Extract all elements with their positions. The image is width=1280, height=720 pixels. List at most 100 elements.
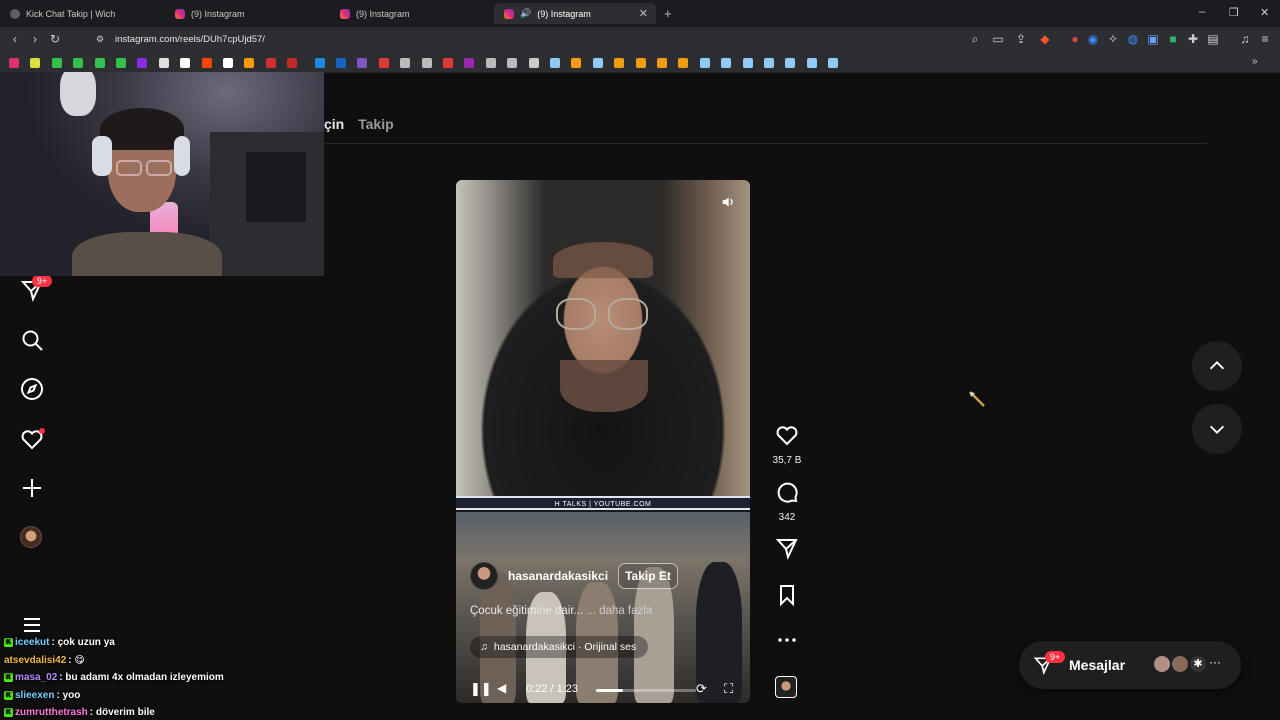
tab-instagram-active[interactable]: 🔊 (9) Instagram ✕ xyxy=(494,3,656,24)
extensions-puzzle-icon[interactable]: ✚ xyxy=(1186,32,1200,46)
reel-video[interactable]: H TALKS | YOUTUBE.COM hasanardakasikci T… xyxy=(456,180,750,703)
settings-icon[interactable]: ⟳ xyxy=(696,681,707,697)
bookmark-favicon-icon[interactable] xyxy=(528,58,539,68)
bookmark-favicon-icon[interactable] xyxy=(223,58,233,68)
tab-kick-chat[interactable]: Kick Chat Takip | Wich xyxy=(0,3,165,24)
bookmark-favicon-icon[interactable] xyxy=(9,58,19,68)
bookmark-favicon-icon[interactable] xyxy=(314,58,325,68)
sidebar-item-notifications[interactable] xyxy=(20,427,45,451)
menu-icon[interactable]: ≡ xyxy=(1258,32,1272,46)
bookmark-favicon-icon[interactable] xyxy=(550,58,560,68)
bookmark-favicon-icon[interactable] xyxy=(443,58,453,68)
bookmark-favicon-icon[interactable] xyxy=(94,58,105,68)
extension-icon[interactable]: ■ xyxy=(1166,32,1180,46)
new-tab-button[interactable]: + xyxy=(664,6,672,21)
brave-shield-icon[interactable]: ◆ xyxy=(1038,32,1052,46)
address-bar[interactable]: instagram.com/reels/DUh7cpUjd57/ xyxy=(115,34,265,45)
caption-more-link[interactable]: ... daha fazla xyxy=(586,605,652,617)
bookmark-favicon-icon[interactable] xyxy=(507,58,518,68)
bookmark-favicon-icon[interactable] xyxy=(51,58,62,68)
bookmark-favicon-icon[interactable] xyxy=(73,58,84,68)
author-avatar[interactable] xyxy=(470,562,498,590)
follow-button[interactable]: Takip Et xyxy=(618,563,678,589)
bookmark-favicon-icon[interactable] xyxy=(180,58,191,68)
extension-icon[interactable]: ● xyxy=(1068,32,1082,46)
mute-toggle-icon[interactable] xyxy=(720,194,736,210)
save-button[interactable] xyxy=(775,583,799,612)
site-info-icon[interactable]: ⚙ xyxy=(93,32,107,46)
minimize-button[interactable]: – xyxy=(1199,6,1205,18)
sidebar-item-profile[interactable] xyxy=(20,526,44,550)
volume-icon[interactable]: ◀ xyxy=(497,681,506,695)
bookmark-favicon-icon[interactable] xyxy=(592,58,603,68)
sidebar-item-messages[interactable]: 9+ xyxy=(20,275,53,302)
bookmark-favicon-icon[interactable] xyxy=(764,58,774,68)
fullscreen-icon[interactable]: ⛶ xyxy=(724,681,733,697)
bookmark-favicon-icon[interactable] xyxy=(635,58,646,68)
tab-for-you[interactable]: çin xyxy=(324,116,344,132)
bookmark-favicon-icon[interactable] xyxy=(785,58,796,68)
speaker-icon[interactable]: 🔊 xyxy=(520,8,531,19)
next-reel-button[interactable] xyxy=(1192,404,1242,454)
close-window-button[interactable]: ✕ xyxy=(1260,6,1269,19)
bookmark-favicon-icon[interactable] xyxy=(287,58,298,68)
bookmark-favicon-icon[interactable] xyxy=(244,58,255,68)
video-progress-bar[interactable] xyxy=(596,689,696,692)
forward-icon[interactable]: › xyxy=(28,32,42,46)
extension-icon[interactable]: ◍ xyxy=(1126,32,1140,46)
tab-instagram-2[interactable]: (9) Instagram xyxy=(330,3,494,24)
bookmark-favicon-icon[interactable] xyxy=(721,58,732,68)
reel-caption[interactable]: Çocuk eğitimine dair... ... daha fazla xyxy=(470,605,652,617)
tab-instagram-1[interactable]: (9) Instagram xyxy=(165,3,330,24)
bookmark-favicon-icon[interactable] xyxy=(699,58,710,68)
share-button[interactable] xyxy=(775,536,799,565)
extension-icon[interactable]: ◉ xyxy=(1086,32,1100,46)
bookmark-favicon-icon[interactable] xyxy=(614,58,625,68)
music-icon[interactable]: ♫ xyxy=(1238,32,1252,46)
audio-thumbnail-button[interactable] xyxy=(775,676,799,698)
bookmark-favicon-icon[interactable] xyxy=(378,58,389,68)
bookmark-favicon-icon[interactable] xyxy=(265,58,276,68)
zoom-icon[interactable]: ⌕ xyxy=(968,32,982,46)
more-options-button[interactable] xyxy=(775,628,799,657)
bookmark-favicon-icon[interactable] xyxy=(485,58,496,68)
comment-button[interactable]: 342 xyxy=(775,480,799,523)
sidebar-item-create[interactable] xyxy=(20,476,44,500)
bookmark-favicon-icon[interactable] xyxy=(421,58,432,68)
bookmark-favicon-icon[interactable] xyxy=(201,58,212,68)
bookmark-favicon-icon[interactable] xyxy=(828,58,839,68)
bookmark-favicon-icon[interactable] xyxy=(116,58,126,68)
author-name-link[interactable]: hasanardakasikci xyxy=(508,569,608,583)
back-icon[interactable]: ‹ xyxy=(8,32,22,46)
bookmark-favicon-icon[interactable] xyxy=(400,58,411,68)
bookmark-favicon-icon[interactable] xyxy=(336,58,346,68)
close-tab-icon[interactable]: ✕ xyxy=(639,7,648,20)
bookmark-favicon-icon[interactable] xyxy=(464,58,475,68)
cast-icon[interactable]: ▭ xyxy=(991,32,1005,46)
bookmark-favicon-icon[interactable] xyxy=(742,58,753,68)
bookmark-favicon-icon[interactable] xyxy=(571,58,582,68)
bookmark-favicon-icon[interactable] xyxy=(30,58,41,68)
restore-button[interactable]: ❐ xyxy=(1229,6,1239,19)
previous-reel-button[interactable] xyxy=(1192,341,1242,391)
bookmark-favicon-icon[interactable] xyxy=(678,58,689,68)
sidebar-item-search[interactable] xyxy=(20,328,44,352)
bookmark-favicon-icon[interactable] xyxy=(158,58,169,68)
like-button[interactable]: 35,7 B xyxy=(773,423,801,466)
more-bookmarks-icon[interactable]: » xyxy=(1252,56,1258,67)
tab-following[interactable]: Takip xyxy=(358,116,394,132)
share-icon[interactable]: ⇪ xyxy=(1014,32,1028,46)
chevron-up-icon xyxy=(1209,361,1225,370)
pause-icon[interactable]: ❚❚ xyxy=(470,681,492,697)
sidebar-icon[interactable]: ▤ xyxy=(1206,32,1220,46)
bookmark-favicon-icon[interactable] xyxy=(357,58,368,68)
sidebar-item-explore[interactable] xyxy=(20,377,44,401)
bookmark-favicon-icon[interactable] xyxy=(657,58,667,68)
bookmark-favicon-icon[interactable] xyxy=(806,58,817,68)
reload-icon[interactable]: ↻ xyxy=(48,32,62,46)
audio-link[interactable]: ♫ hasanardakasikci · Orijinal ses xyxy=(470,636,649,658)
messages-button[interactable]: 9+ Mesajlar ✱ ··· xyxy=(1019,641,1241,689)
extension-icon[interactable]: ✧ xyxy=(1106,32,1120,46)
extension-icon[interactable]: ▣ xyxy=(1146,32,1160,46)
bookmark-favicon-icon[interactable] xyxy=(137,58,148,68)
